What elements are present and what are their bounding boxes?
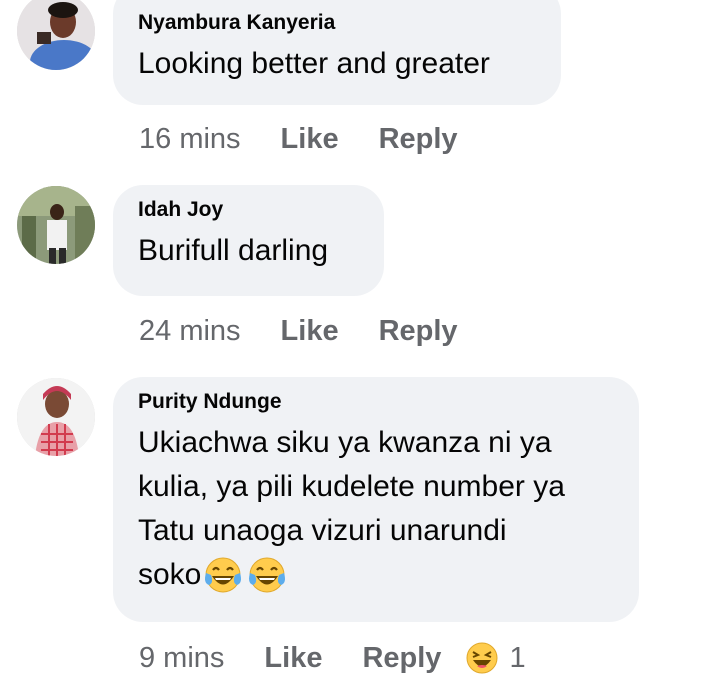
comment-text-line: soko [138,558,202,591]
comment-text-line: Tatu unaoga vizuri unarundi [138,514,507,547]
comment-bubble: Nyambura Kanyeria Looking better and gre… [113,0,561,105]
haha-reaction-icon [466,642,498,674]
comment-text-line: kulia, ya pili kudelete number ya [138,470,565,503]
reply-button[interactable]: Reply [379,315,458,348]
comment-timestamp[interactable]: 9 mins [139,642,224,675]
comment-actions: 16 mins Like Reply [139,119,458,159]
comment-text: Burifull darling [138,234,329,267]
reaction-summary[interactable]: 1 [465,641,526,675]
like-button[interactable]: Like [264,642,322,675]
reply-button[interactable]: Reply [362,642,441,675]
comment-author[interactable]: Idah Joy [138,197,360,223]
comment-timestamp[interactable]: 16 mins [139,123,241,156]
laughing-tears-emoji [249,557,286,593]
comment-actions: 9 mins Like Reply 1 [139,638,526,678]
avatar[interactable] [17,378,95,456]
comment-text-line-with-emoji: soko [138,553,615,597]
avatar[interactable] [17,0,95,70]
comment-text: Looking better and greater [138,47,490,80]
like-button[interactable]: Like [281,315,339,348]
avatar[interactable] [17,186,95,264]
comment-actions: 24 mins Like Reply [139,311,458,351]
reply-button[interactable]: Reply [379,123,458,156]
like-button[interactable]: Like [281,123,339,156]
reaction-count: 1 [509,641,526,674]
comment-bubble: Idah Joy Burifull darling [113,185,384,296]
comment-text-line: Ukiachwa siku ya kwanza ni ya [138,426,552,459]
comment-bubble: Purity Ndunge Ukiachwa siku ya kwanza ni… [113,377,639,622]
comment-author[interactable]: Nyambura Kanyeria [138,10,537,36]
comment-author[interactable]: Purity Ndunge [138,389,615,415]
comment-text: Ukiachwa siku ya kwanza ni ya kulia, ya … [138,421,615,597]
laughing-tears-emoji [205,557,242,593]
comment-timestamp[interactable]: 24 mins [139,315,241,348]
